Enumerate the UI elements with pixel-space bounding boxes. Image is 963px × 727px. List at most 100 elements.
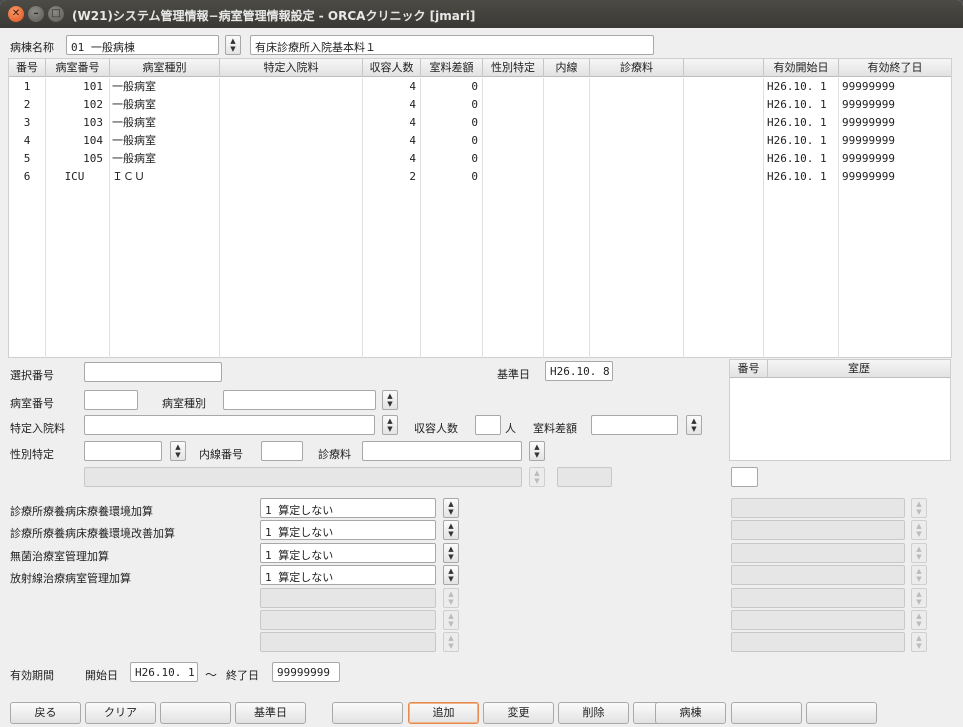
period-start-input[interactable]: H26.10. 1 bbox=[130, 662, 198, 682]
table-row[interactable]: 3 103 一般病室 4 0 H26.10. 1 99999999 bbox=[9, 114, 951, 132]
history-col-no[interactable]: 番号 bbox=[730, 360, 768, 378]
f12-button[interactable] bbox=[806, 702, 877, 724]
special-label: 特定入院料 bbox=[10, 422, 65, 435]
col-header-gender[interactable]: 性別特定 bbox=[483, 59, 544, 77]
special-select[interactable] bbox=[84, 415, 375, 435]
title-bar: ✕ – □ (W21)システム管理情報−病室管理情報設定 - ORCAクリニック… bbox=[0, 0, 963, 28]
addition-spin-4[interactable]: ▲ ▼ bbox=[443, 565, 459, 585]
gender-spin-button[interactable]: ▲ ▼ bbox=[170, 441, 186, 461]
close-icon[interactable]: ✕ bbox=[8, 6, 24, 22]
ext-input[interactable] bbox=[261, 441, 303, 461]
table-row[interactable]: 1 101 一般病室 4 0 H26.10. 1 99999999 bbox=[9, 78, 951, 96]
delete-button[interactable]: 削除 bbox=[558, 702, 629, 724]
disabled-right-field bbox=[731, 543, 905, 563]
room-no-input[interactable] bbox=[84, 390, 138, 410]
history-input[interactable] bbox=[731, 467, 758, 487]
change-button[interactable]: 変更 bbox=[483, 702, 554, 724]
room-history-list[interactable]: 番号 室歴 bbox=[729, 359, 951, 461]
cell-end: 99999999 bbox=[842, 98, 895, 111]
cell-no: 3 bbox=[23, 116, 31, 129]
cell-dept bbox=[590, 168, 682, 186]
ward-select-field[interactable]: 01 一般病棟 bbox=[66, 35, 219, 55]
f11-button[interactable] bbox=[731, 702, 802, 724]
cell-capacity: 4 bbox=[409, 152, 416, 165]
capacity-input[interactable] bbox=[475, 415, 501, 435]
room-table[interactable]: 番号 病室番号 病室種別 特定入院料 収容人数 室料差額 性別特定 内線 診療料… bbox=[8, 58, 952, 358]
dept-spin-button[interactable]: ▲ ▼ bbox=[529, 441, 545, 461]
addition-select-3[interactable]: 1 算定しない bbox=[260, 543, 436, 563]
col-header-start[interactable]: 有効開始日 bbox=[764, 59, 839, 77]
table-row[interactable]: 4 104 一般病室 4 0 H26.10. 1 99999999 bbox=[9, 132, 951, 150]
cell-start: H26.10. 1 bbox=[767, 170, 827, 183]
cell-special bbox=[220, 96, 360, 114]
period-tilde: 〜 bbox=[205, 668, 218, 682]
addition-spin-1[interactable]: ▲ ▼ bbox=[443, 498, 459, 518]
cell-blank bbox=[684, 96, 762, 114]
col-header-ext[interactable]: 内線 bbox=[544, 59, 590, 77]
f5-button[interactable] bbox=[332, 702, 403, 724]
special-spin-button[interactable]: ▲ ▼ bbox=[382, 415, 398, 435]
cell-type: 一般病室 bbox=[112, 152, 156, 165]
cell-end: 99999999 bbox=[842, 134, 895, 147]
disabled-addition-spin: ▲ ▼ bbox=[443, 632, 459, 652]
cell-capacity: 4 bbox=[409, 134, 416, 147]
ward-spin-button[interactable]: ▲ ▼ bbox=[225, 35, 241, 55]
col-header-capacity[interactable]: 収容人数 bbox=[363, 59, 421, 77]
cell-type: 一般病室 bbox=[112, 116, 156, 129]
room-type-spin-button[interactable]: ▲ ▼ bbox=[382, 390, 398, 410]
dept-select[interactable] bbox=[362, 441, 522, 461]
col-header-no[interactable]: 番号 bbox=[9, 59, 46, 77]
cell-no: 1 bbox=[23, 80, 31, 93]
cell-blank bbox=[684, 150, 762, 168]
period-end-input[interactable]: 99999999 bbox=[272, 662, 340, 682]
gender-select[interactable] bbox=[84, 441, 162, 461]
room-type-select[interactable] bbox=[223, 390, 376, 410]
addition-select-1[interactable]: 1 算定しない bbox=[260, 498, 436, 518]
table-row[interactable]: 5 105 一般病室 4 0 H26.10. 1 99999999 bbox=[9, 150, 951, 168]
f3-button[interactable] bbox=[160, 702, 231, 724]
disabled-small-field bbox=[557, 467, 612, 487]
diff-select[interactable] bbox=[591, 415, 678, 435]
addition-spin-2[interactable]: ▲ ▼ bbox=[443, 520, 459, 540]
col-header-dept[interactable]: 診療料 bbox=[590, 59, 684, 77]
cell-no: 5 bbox=[23, 152, 31, 165]
base-date-input[interactable]: H26.10. 8 bbox=[545, 361, 613, 381]
col-header-special[interactable]: 特定入院料 bbox=[220, 59, 363, 77]
add-button[interactable]: 追加 bbox=[408, 702, 479, 724]
cell-gender bbox=[483, 168, 541, 186]
cell-type: ＩＣＵ bbox=[112, 170, 145, 183]
col-header-diff[interactable]: 室料差額 bbox=[421, 59, 483, 77]
cell-dept bbox=[590, 132, 682, 150]
cell-start: H26.10. 1 bbox=[767, 134, 827, 147]
cell-type: 一般病室 bbox=[112, 134, 156, 147]
disabled-right-spin: ▲ ▼ bbox=[911, 520, 927, 540]
clear-button[interactable]: クリア bbox=[85, 702, 156, 724]
cell-room: 104 bbox=[83, 134, 103, 147]
addition-spin-3[interactable]: ▲ ▼ bbox=[443, 543, 459, 563]
cell-diff: 0 bbox=[471, 80, 478, 93]
col-header-type[interactable]: 病室種別 bbox=[110, 59, 220, 77]
cell-ext bbox=[544, 96, 588, 114]
minimize-icon[interactable]: – bbox=[28, 6, 44, 22]
cell-room: 103 bbox=[83, 116, 103, 129]
addition-select-4[interactable]: 1 算定しない bbox=[260, 565, 436, 585]
table-row[interactable]: 6 ICU ＩＣＵ 2 0 H26.10. 1 99999999 bbox=[9, 168, 951, 186]
room-no-label: 病室番号 bbox=[10, 397, 54, 410]
cell-ext bbox=[544, 132, 588, 150]
diff-spin-button[interactable]: ▲ ▼ bbox=[686, 415, 702, 435]
addition-label-4: 放射線治療病室管理加算 bbox=[10, 572, 131, 585]
col-header-blank[interactable] bbox=[684, 59, 764, 77]
base-date-button[interactable]: 基準日 bbox=[235, 702, 306, 724]
cell-start: H26.10. 1 bbox=[767, 116, 827, 129]
ward-button[interactable]: 病棟 bbox=[655, 702, 726, 724]
ward-fee-field[interactable]: 有床診療所入院基本料１ bbox=[250, 35, 654, 55]
back-button[interactable]: 戻る bbox=[10, 702, 81, 724]
select-no-input[interactable] bbox=[84, 362, 222, 382]
addition-select-2[interactable]: 1 算定しない bbox=[260, 520, 436, 540]
col-header-end[interactable]: 有効終了日 bbox=[839, 59, 951, 77]
cell-blank bbox=[684, 132, 762, 150]
history-col-record[interactable]: 室歴 bbox=[768, 360, 950, 378]
maximize-icon[interactable]: □ bbox=[48, 6, 64, 22]
table-row[interactable]: 2 102 一般病室 4 0 H26.10. 1 99999999 bbox=[9, 96, 951, 114]
col-header-room[interactable]: 病室番号 bbox=[46, 59, 110, 77]
